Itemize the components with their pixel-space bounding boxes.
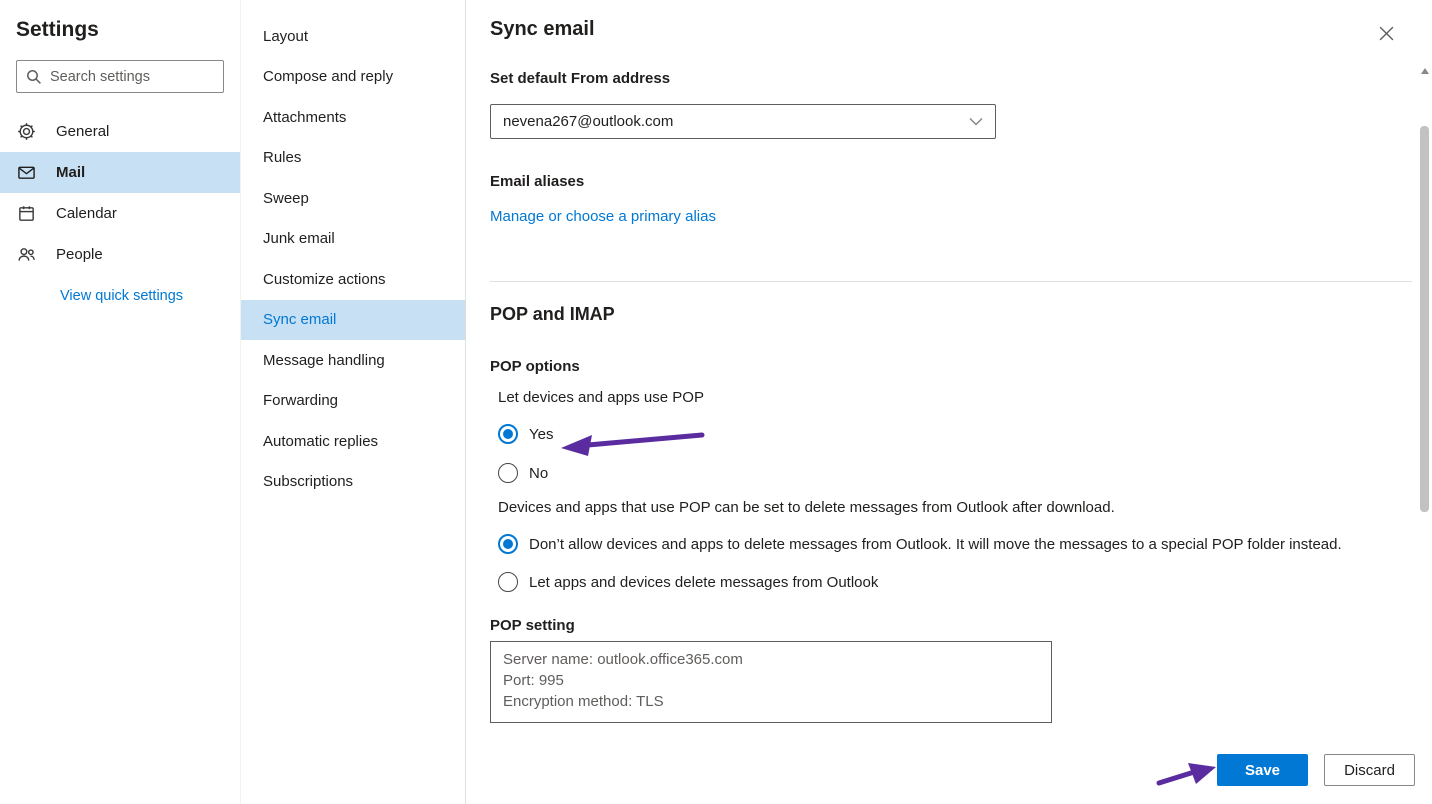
submenu-label: Rules xyxy=(263,149,301,166)
submenu-label: Forwarding xyxy=(263,392,338,409)
submenu-item-subscriptions[interactable]: Subscriptions xyxy=(241,462,465,503)
settings-sidebar: Settings General xyxy=(0,0,241,804)
search-settings-box[interactable] xyxy=(16,60,224,93)
submenu-item-rules[interactable]: Rules xyxy=(241,138,465,179)
mail-settings-submenu: Layout Compose and reply Attachments Rul… xyxy=(241,0,465,804)
panel-footer: Save Discard xyxy=(466,736,1432,804)
submenu-label: Customize actions xyxy=(263,271,386,288)
radio-selected-icon xyxy=(498,424,518,444)
submenu-item-compose-and-reply[interactable]: Compose and reply xyxy=(241,57,465,98)
email-aliases-label: Email aliases xyxy=(490,173,1392,190)
save-button[interactable]: Save xyxy=(1217,754,1308,786)
pop-options-label: POP options xyxy=(490,358,1392,375)
pop-and-imap-heading: POP and IMAP xyxy=(490,304,1392,325)
submenu-label: Layout xyxy=(263,28,308,45)
submenu-item-automatic-replies[interactable]: Automatic replies xyxy=(241,421,465,462)
submenu-label: Automatic replies xyxy=(263,433,378,450)
radio-dont-allow-delete[interactable]: Don’t allow devices and apps to delete m… xyxy=(490,534,1342,554)
settings-window: Settings General xyxy=(0,0,1432,804)
manage-alias-link[interactable]: Manage or choose a primary alias xyxy=(490,208,716,225)
submenu-item-junk-email[interactable]: Junk email xyxy=(241,219,465,260)
submenu-item-layout[interactable]: Layout xyxy=(241,16,465,57)
submenu-label: Sync email xyxy=(263,311,336,328)
sidebar-item-mail[interactable]: Mail xyxy=(0,152,240,193)
submenu-label: Sweep xyxy=(263,190,309,207)
search-icon xyxy=(26,69,42,85)
chevron-down-icon xyxy=(969,117,983,126)
submenu-item-attachments[interactable]: Attachments xyxy=(241,97,465,138)
radio-unselected-icon xyxy=(498,572,518,592)
radio-pop-no[interactable]: No xyxy=(490,463,548,483)
close-icon[interactable] xyxy=(1373,20,1400,47)
radio-label: Yes xyxy=(529,426,553,443)
people-icon xyxy=(16,245,36,264)
scrollbar-thumb[interactable] xyxy=(1420,126,1429,512)
panel-title: Sync email xyxy=(490,18,595,41)
pop-encryption: Encryption method: TLS xyxy=(503,691,1039,712)
sidebar-item-label: General xyxy=(56,123,109,140)
from-address-dropdown[interactable]: nevena267@outlook.com xyxy=(490,104,996,139)
calendar-icon xyxy=(16,204,36,223)
panel-content: Set default From address nevena267@outlo… xyxy=(466,58,1432,736)
search-settings-input[interactable] xyxy=(50,69,214,85)
view-quick-settings-link[interactable]: View quick settings xyxy=(0,275,240,304)
sidebar-item-general[interactable]: General xyxy=(0,111,240,152)
use-pop-question: Let devices and apps use POP xyxy=(490,389,1392,406)
gear-icon xyxy=(16,122,36,141)
panel-header: Sync email xyxy=(466,0,1432,58)
submenu-item-message-handling[interactable]: Message handling xyxy=(241,340,465,381)
sidebar-item-label: Calendar xyxy=(56,205,117,222)
discard-button[interactable]: Discard xyxy=(1324,754,1415,786)
radio-label: Let apps and devices delete messages fro… xyxy=(529,574,878,591)
sidebar-item-calendar[interactable]: Calendar xyxy=(0,193,240,234)
radio-label: No xyxy=(529,465,548,482)
submenu-item-customize-actions[interactable]: Customize actions xyxy=(241,259,465,300)
radio-label: Don’t allow devices and apps to delete m… xyxy=(529,536,1342,553)
radio-pop-yes[interactable]: Yes xyxy=(490,424,553,444)
radio-allow-delete[interactable]: Let apps and devices delete messages fro… xyxy=(490,572,878,592)
default-from-address-label: Set default From address xyxy=(490,70,1392,87)
vertical-scrollbar[interactable] xyxy=(1418,60,1431,804)
pop-delete-question: Devices and apps that use POP can be set… xyxy=(490,499,1392,516)
section-divider xyxy=(490,281,1412,282)
sidebar-item-label: Mail xyxy=(56,164,85,181)
radio-unselected-icon xyxy=(498,463,518,483)
scrollbar-up-arrow-icon[interactable] xyxy=(1421,68,1429,74)
from-address-value: nevena267@outlook.com xyxy=(503,113,673,130)
mail-icon xyxy=(16,163,36,182)
submenu-item-forwarding[interactable]: Forwarding xyxy=(241,381,465,422)
pop-setting-box: Server name: outlook.office365.com Port:… xyxy=(490,641,1052,723)
pop-setting-label: POP setting xyxy=(490,617,1392,634)
submenu-item-sync-email[interactable]: Sync email xyxy=(241,300,465,341)
radio-selected-icon xyxy=(498,534,518,554)
pop-port: Port: 995 xyxy=(503,670,1039,691)
submenu-label: Compose and reply xyxy=(263,68,393,85)
sidebar-item-label: People xyxy=(56,246,103,263)
sync-email-panel: Sync email Set default From address neve… xyxy=(465,0,1432,804)
pop-server-name: Server name: outlook.office365.com xyxy=(503,649,1039,670)
submenu-item-sweep[interactable]: Sweep xyxy=(241,178,465,219)
settings-title: Settings xyxy=(0,14,240,60)
submenu-label: Attachments xyxy=(263,109,346,126)
submenu-label: Junk email xyxy=(263,230,335,247)
submenu-label: Message handling xyxy=(263,352,385,369)
submenu-label: Subscriptions xyxy=(263,473,353,490)
sidebar-item-people[interactable]: People xyxy=(0,234,240,275)
